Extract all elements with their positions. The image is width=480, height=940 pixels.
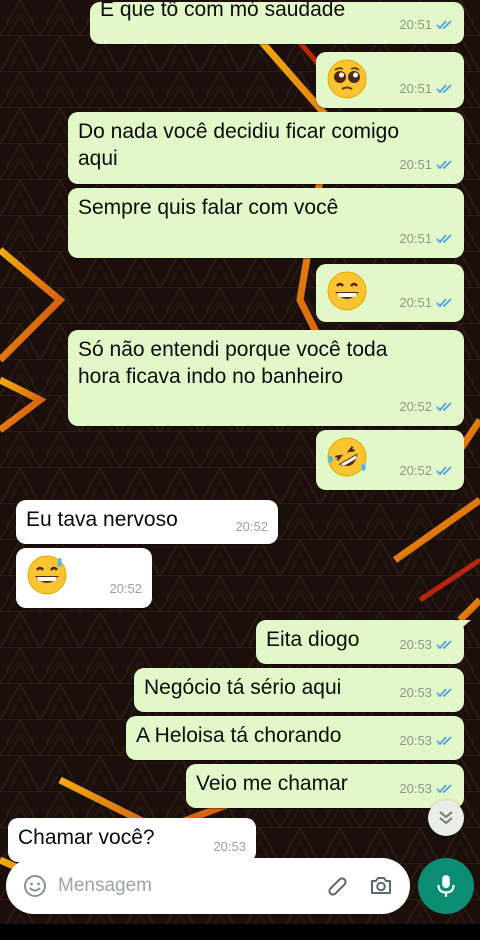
- double-check-read-icon: [436, 234, 452, 244]
- double-check-read-icon: [436, 640, 452, 650]
- message-time: 20:52: [399, 399, 432, 414]
- double-check-read-icon: [436, 736, 452, 746]
- message-input[interactable]: [58, 875, 322, 897]
- attach-icon[interactable]: [322, 871, 352, 901]
- message-time: 20:53: [399, 685, 432, 700]
- double-check-read-icon: [436, 298, 452, 308]
- message-bubble-incoming[interactable]: Chamar você? 20:53: [8, 818, 256, 862]
- message-meta: 20:52: [109, 575, 142, 602]
- message-time: 20:53: [399, 637, 432, 652]
- message-text-line: Só não entendi porque você toda: [78, 338, 388, 361]
- message-bubble-outgoing[interactable]: Negócio tá sério aqui 20:53: [134, 668, 464, 712]
- message-text: Sempre quis falar com você: [78, 196, 339, 219]
- double-check-read-icon: [436, 20, 452, 30]
- message-time: 20:51: [399, 295, 432, 310]
- message-meta: 20:52: [399, 457, 454, 484]
- double-check-read-icon: [436, 402, 452, 412]
- message-bubble-incoming[interactable]: Eu tava nervoso 20:52: [16, 500, 278, 544]
- message-text: Chamar você?: [18, 826, 155, 849]
- message-meta: 20:53: [399, 679, 454, 706]
- message-meta: 20:51: [399, 225, 454, 252]
- message-meta: 20:53: [399, 631, 454, 658]
- scroll-to-bottom-button[interactable]: [428, 800, 464, 836]
- double-check-read-icon: [436, 784, 452, 794]
- emoji-icon[interactable]: [20, 871, 50, 901]
- message-meta: 20:53: [399, 775, 454, 802]
- message-bubble-outgoing[interactable]: 20:51: [316, 264, 464, 322]
- message-text-line: Do nada você decidiu ficar comigo: [78, 120, 400, 143]
- pleading-face-emoji-icon: [327, 59, 367, 99]
- message-time: 20:51: [399, 17, 432, 32]
- message-time: 20:51: [399, 157, 432, 172]
- message-bubble-outgoing[interactable]: 20:52: [316, 430, 464, 490]
- message-meta: 20:52: [235, 513, 268, 540]
- voice-message-button[interactable]: [418, 858, 474, 914]
- message-bubble-outgoing[interactable]: E que tô com mó saudade 20:51: [90, 0, 464, 44]
- message-composer: [6, 858, 410, 914]
- grinning-face-with-sweat-emoji-icon: [27, 555, 67, 595]
- message-time: 20:51: [399, 231, 432, 246]
- double-chevron-down-icon: [439, 811, 453, 825]
- message-bubble-outgoing[interactable]: 20:51: [316, 52, 464, 108]
- message-time: 20:52: [399, 463, 432, 478]
- message-bubble-incoming[interactable]: 20:52: [16, 548, 152, 608]
- camera-icon[interactable]: [366, 871, 396, 901]
- message-bubble-outgoing[interactable]: Só não entendi porque você toda hora fic…: [68, 330, 464, 426]
- chat-screen: E que tô com mó saudade 20:51 20:51 Do n…: [0, 0, 480, 940]
- message-time: 20:53: [399, 733, 432, 748]
- system-navigation-bar: [0, 924, 480, 940]
- message-bubble-outgoing[interactable]: A Heloisa tá chorando 20:53: [126, 716, 464, 760]
- message-meta: 20:53: [213, 833, 246, 860]
- message-text: Eu tava nervoso: [26, 508, 178, 531]
- message-meta: 20:51: [399, 289, 454, 316]
- message-time: 20:51: [399, 81, 432, 96]
- message-text-line: aqui: [78, 147, 118, 170]
- message-bubble-outgoing[interactable]: Veio me chamar 20:53: [186, 764, 464, 808]
- double-check-read-icon: [436, 688, 452, 698]
- message-meta: 20:51: [399, 75, 454, 102]
- message-time: 20:53: [213, 839, 246, 854]
- bubble-tail: [457, 620, 471, 632]
- double-check-read-icon: [436, 84, 452, 94]
- message-time: 20:53: [399, 781, 432, 796]
- message-meta: 20:53: [399, 727, 454, 754]
- message-text-line: hora ficava indo no banheiro: [78, 365, 344, 388]
- message-meta: 20:52: [399, 393, 454, 420]
- message-meta: 20:51: [399, 151, 454, 178]
- microphone-icon: [437, 875, 455, 897]
- double-check-read-icon: [436, 466, 452, 476]
- message-bubble-outgoing[interactable]: Eita diogo 20:53: [256, 620, 471, 664]
- message-bubble-outgoing[interactable]: Do nada você decidiu ficar comigo aqui 2…: [68, 112, 464, 184]
- message-bubble-outgoing[interactable]: Sempre quis falar com você 20:51: [68, 188, 464, 258]
- message-time: 20:52: [109, 581, 142, 596]
- message-meta: 20:51: [399, 11, 454, 38]
- message-time: 20:52: [235, 519, 268, 534]
- grinning-face-emoji-icon: [327, 271, 367, 311]
- rolling-on-floor-laughing-emoji-icon: [327, 437, 367, 477]
- double-check-read-icon: [436, 160, 452, 170]
